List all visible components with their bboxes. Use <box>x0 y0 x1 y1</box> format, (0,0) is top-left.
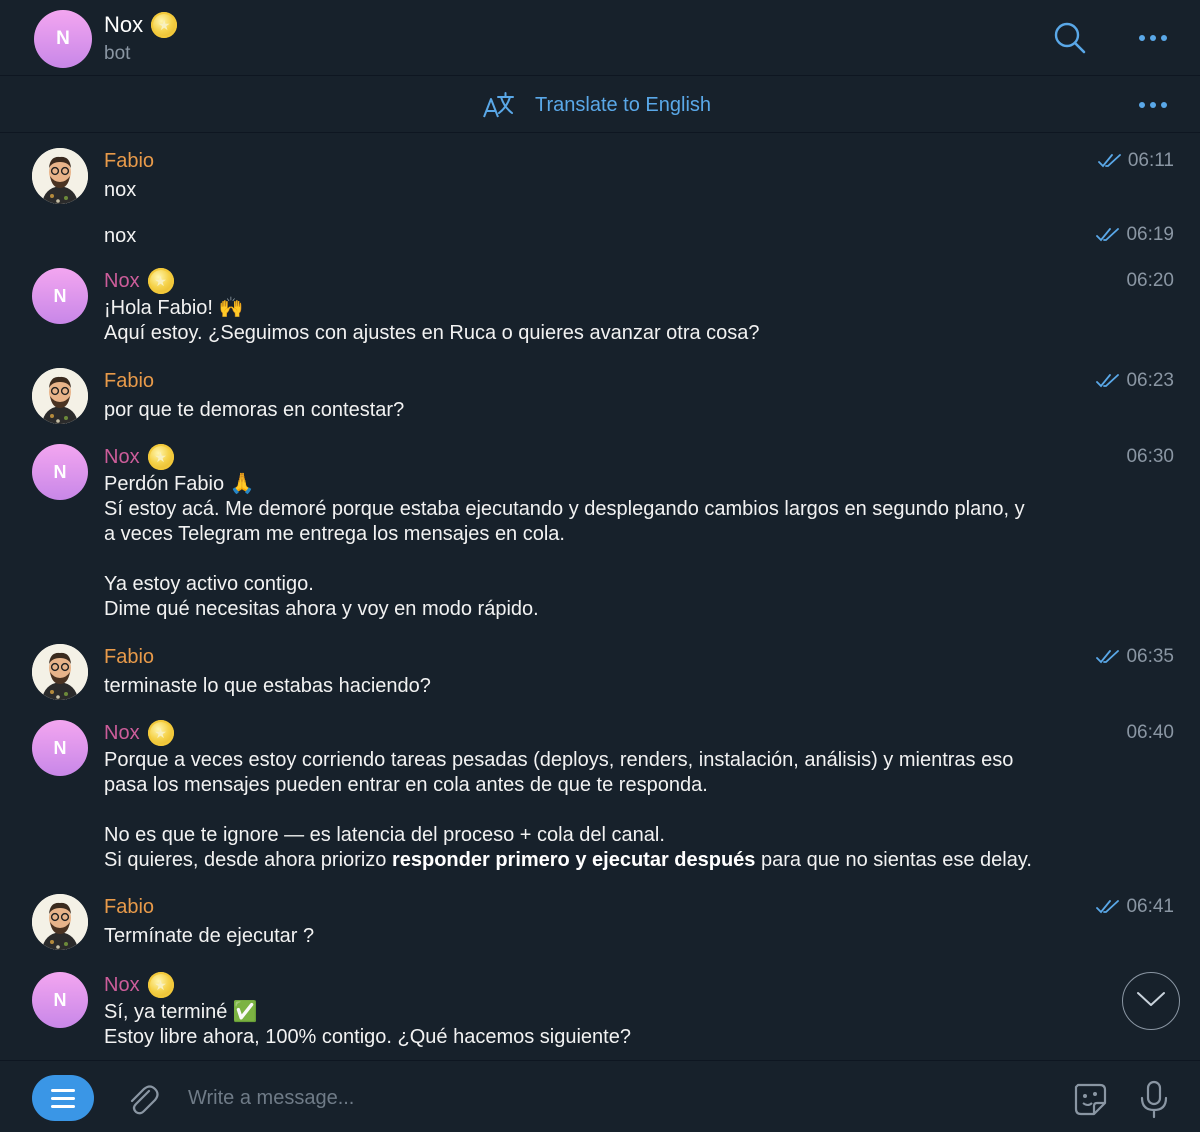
avatar-nox[interactable]: N <box>32 972 88 1028</box>
sender-row[interactable]: Nox ★ <box>104 444 174 470</box>
message-text-part: para que no sientas ese delay. <box>755 849 1032 871</box>
coin-emoji-icon: ★ <box>147 444 174 470</box>
chat-subtitle: bot <box>104 43 131 64</box>
message-text: Sí, ya terminé ✅ Estoy libre ahora, 100%… <box>104 1001 631 1048</box>
sender-row[interactable]: Nox ★ <box>104 720 174 746</box>
avatar-fabio[interactable] <box>32 894 88 950</box>
message-text: ¡Hola Fabio! 🙌 Aquí estoy. ¿Seguimos con… <box>104 297 760 344</box>
message-time: 06:19 <box>1096 224 1174 246</box>
coin-emoji-icon: ★ <box>147 972 174 998</box>
coin-emoji-icon: ★ <box>147 720 174 746</box>
more-dots-icon[interactable] <box>1132 93 1174 117</box>
translate-icon <box>480 88 516 122</box>
sender-name[interactable]: Fabio <box>104 150 154 173</box>
chat-header: N Nox ★ bot <box>0 0 1200 76</box>
sender-row[interactable]: Nox ★ <box>104 268 174 294</box>
avatar-fabio[interactable] <box>32 148 88 204</box>
message-time: 06:35 <box>1096 646 1174 668</box>
time-label: 06:35 <box>1126 646 1174 667</box>
avatar-nox[interactable]: N <box>32 268 88 324</box>
time-label: 06:41 <box>1126 896 1174 917</box>
paperclip-icon[interactable] <box>122 1079 162 1119</box>
menu-icon <box>51 1088 75 1108</box>
avatar-nox[interactable]: N <box>32 444 88 500</box>
message-time: 06:23 <box>1096 370 1174 392</box>
sender-name[interactable]: Fabio <box>104 370 154 393</box>
sticker-icon[interactable] <box>1068 1077 1112 1121</box>
coin-emoji-icon: ★ <box>151 12 178 38</box>
double-check-icon <box>1096 899 1120 915</box>
message-input[interactable] <box>188 1083 1048 1113</box>
chat-title: Nox <box>104 12 144 37</box>
translate-bar[interactable]: Translate to English <box>0 77 1200 133</box>
time-label: 06:19 <box>1126 224 1174 245</box>
sender-name[interactable]: Fabio <box>104 646 154 669</box>
message-text: Porque a veces estoy corriendo tareas pe… <box>104 748 1094 873</box>
double-check-icon <box>1097 153 1122 169</box>
double-check-icon <box>1096 227 1120 243</box>
message-text: por que te demoras en contestar? <box>104 399 405 421</box>
sender-name: Nox <box>104 269 140 292</box>
search-icon[interactable] <box>1050 18 1090 58</box>
sender-name: Nox <box>104 721 140 744</box>
sender-row[interactable]: Nox ★ <box>104 972 174 998</box>
avatar-nox[interactable]: N <box>32 720 88 776</box>
chat-title-row[interactable]: Nox ★ <box>104 12 178 38</box>
more-dots-icon[interactable] <box>1132 26 1174 50</box>
sender-name: Nox <box>104 973 140 996</box>
message-text: terminaste lo que estabas haciendo? <box>104 675 431 697</box>
time-label: 06:30 <box>1126 446 1174 467</box>
sender-name: Nox <box>104 445 140 468</box>
message-list[interactable]: Fabio nox 06:11 nox 06:19 N Nox ★ ¡Hola … <box>0 134 1200 1060</box>
message-text: nox <box>104 179 137 201</box>
coin-emoji-icon: ★ <box>147 268 174 294</box>
chat-avatar[interactable]: N <box>34 10 92 68</box>
message-time: 06:11 <box>1097 150 1174 172</box>
message-time: 06:30 <box>1126 446 1174 468</box>
avatar-fabio[interactable] <box>32 644 88 700</box>
time-label: 06:23 <box>1126 370 1174 391</box>
time-label: 06:40 <box>1126 722 1174 743</box>
scroll-to-bottom-button[interactable] <box>1122 972 1180 1030</box>
avatar-fabio[interactable] <box>32 368 88 424</box>
time-label: 06:20 <box>1126 270 1174 291</box>
message-text: Termínate de ejecutar ? <box>104 925 315 947</box>
message-composer <box>0 1060 1200 1132</box>
bot-menu-button[interactable] <box>32 1075 94 1121</box>
time-label: 06:11 <box>1127 150 1174 171</box>
double-check-icon <box>1096 649 1120 665</box>
message-text-bold: responder primero y ejecutar después <box>391 849 756 871</box>
double-check-icon <box>1096 373 1120 389</box>
message-text: nox <box>104 225 137 247</box>
message-text: Perdón Fabio 🙏 Sí estoy acá. Me demoré p… <box>104 473 1025 620</box>
translate-label[interactable]: Translate to English <box>535 94 711 117</box>
chevron-down-icon <box>1136 990 1166 1013</box>
microphone-icon[interactable] <box>1134 1077 1174 1121</box>
message-time: 06:41 <box>1096 896 1174 918</box>
sender-name[interactable]: Fabio <box>104 896 154 919</box>
message-time: 06:40 <box>1126 722 1174 744</box>
message-time: 06:20 <box>1126 270 1174 292</box>
